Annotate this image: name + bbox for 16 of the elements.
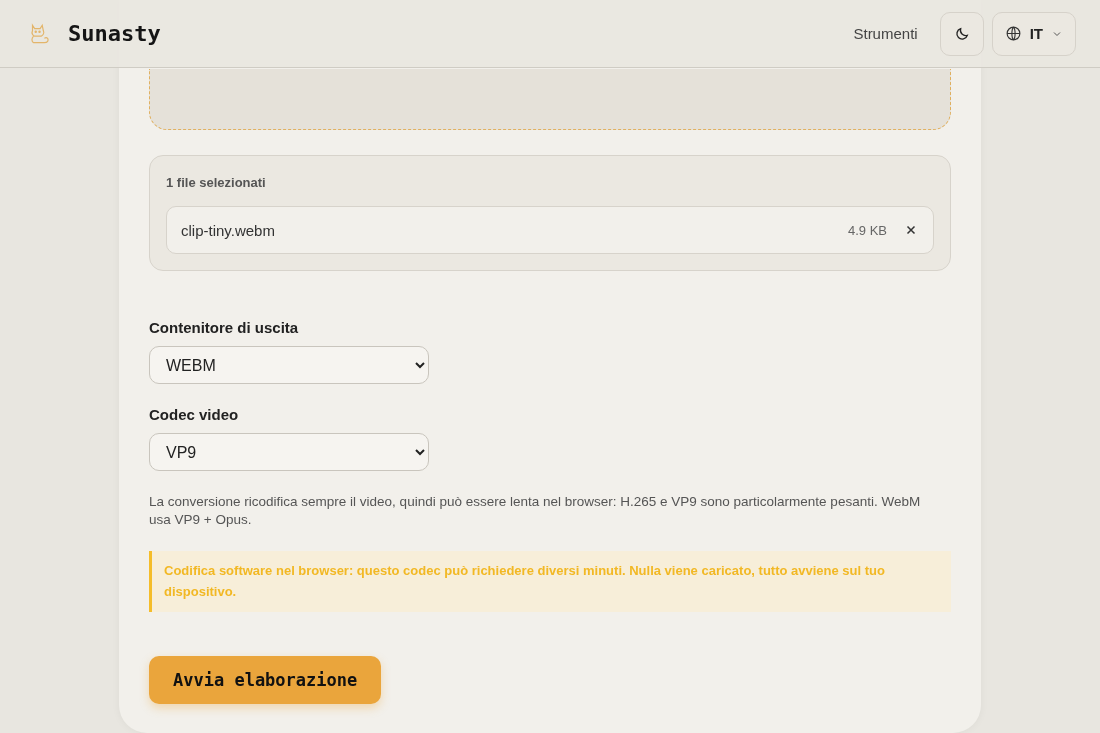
select-field[interactable]: WEBM [149,346,429,384]
file-size: 4.9 KB [847,222,887,238]
language-button[interactable]: IT [991,11,1076,56]
theme-toggle-button[interactable] [939,11,984,56]
nav-link[interactable]: Strumenti [853,25,918,42]
select-field[interactable]: VP9 [149,433,429,471]
start-button[interactable]: Avvia elaborazione [149,656,382,704]
field-label: Contenitore di uscita [149,319,300,336]
warning-text: Codifica software nel browser: questo codec può richiedere diversi minuti. Nulla viene caricato, tutto avviene sul tuo dispositivo. [164,563,885,599]
selected-files-title: 1 file selezionati [166,175,267,190]
brand-name[interactable]: Sunasty [68,21,161,46]
moon-icon [953,25,970,42]
info-text: La conversione ricodifica sempre il video, quindi può essere lenta nel browser: H.265 e VP9 sono particolarmente pesanti. WebM usa VP9 + Opus. [149,493,922,529]
globe-icon [1004,25,1022,42]
file-name: clip-tiny.webm [181,221,276,239]
field-label: Codec video [149,406,240,423]
